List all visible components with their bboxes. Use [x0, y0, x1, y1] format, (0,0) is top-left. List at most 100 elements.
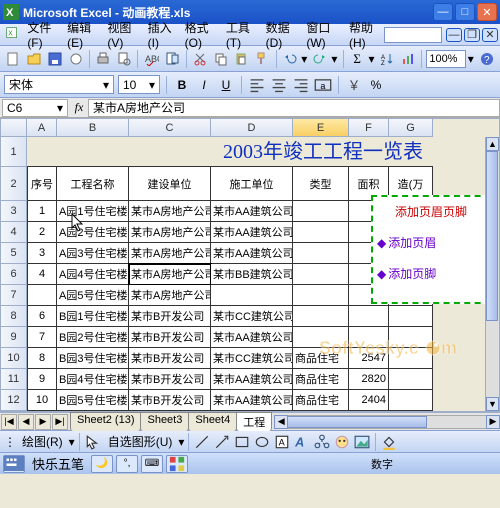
- cell[interactable]: A园4号住宅楼: [57, 264, 129, 285]
- cell[interactable]: 某市A房地产公司: [129, 264, 211, 285]
- tab-nav-first[interactable]: |◀: [1, 414, 17, 430]
- doc-restore-button[interactable]: ❐: [464, 28, 480, 42]
- cell[interactable]: B园2号住宅楼: [57, 327, 129, 348]
- ime-punct-icon[interactable]: °,: [116, 455, 138, 473]
- cell[interactable]: 商品住宅: [293, 390, 349, 411]
- formula-input[interactable]: 某市A房地产公司: [88, 99, 500, 117]
- font-name-combobox[interactable]: 宋体▾: [4, 75, 114, 94]
- cell[interactable]: 某市AA建筑公司: [211, 390, 293, 411]
- cell[interactable]: [349, 327, 389, 348]
- table-header[interactable]: 类型: [293, 167, 349, 201]
- draw-grip-icon[interactable]: ⋮: [4, 435, 16, 449]
- cell[interactable]: [293, 264, 349, 285]
- horizontal-scroll-thumb[interactable]: [287, 416, 427, 428]
- column-header-E[interactable]: E: [293, 119, 349, 137]
- row-header-11[interactable]: 11: [1, 369, 27, 390]
- cell[interactable]: A园1号住宅楼: [57, 201, 129, 222]
- textbox-icon[interactable]: A: [273, 433, 291, 451]
- autoshapes-menu[interactable]: 自选图形(U): [104, 433, 177, 450]
- sort-asc-icon[interactable]: AZ: [378, 49, 397, 69]
- menu-edit[interactable]: 编辑(E): [61, 17, 101, 52]
- clipart-icon[interactable]: [333, 433, 351, 451]
- cell[interactable]: 某市AA建筑公司: [211, 369, 293, 390]
- table-header[interactable]: 工程名称: [57, 167, 129, 201]
- tab-nav-next[interactable]: ▶: [35, 414, 51, 430]
- column-header-F[interactable]: F: [349, 119, 389, 137]
- wordart-icon[interactable]: A: [293, 433, 311, 451]
- ime-keyboard-icon[interactable]: [3, 455, 25, 473]
- currency-button[interactable]: ￥: [345, 76, 363, 94]
- row-header-7[interactable]: 7: [1, 285, 27, 306]
- cell[interactable]: 某市AA建筑公司: [211, 201, 293, 222]
- cell[interactable]: 某市AA建筑公司: [211, 243, 293, 264]
- cell[interactable]: [293, 285, 349, 306]
- new-icon[interactable]: [4, 49, 23, 69]
- cell[interactable]: [389, 306, 433, 327]
- cell[interactable]: A园3号住宅楼: [57, 243, 129, 264]
- column-header-C[interactable]: C: [129, 119, 211, 137]
- tab-nav-last[interactable]: ▶|: [52, 414, 68, 430]
- cell[interactable]: [293, 222, 349, 243]
- menu-help[interactable]: 帮助(H): [343, 17, 384, 52]
- ime-softkbd-icon[interactable]: ⌨: [141, 455, 163, 473]
- select-all-corner[interactable]: [1, 119, 27, 137]
- scroll-up-arrow[interactable]: ▲: [486, 137, 499, 151]
- cell[interactable]: 10: [27, 390, 57, 411]
- align-left-button[interactable]: [248, 76, 266, 94]
- cell[interactable]: [389, 327, 433, 348]
- scroll-right-arrow[interactable]: ▶: [486, 415, 500, 429]
- scroll-down-arrow[interactable]: ▼: [486, 397, 499, 411]
- cell[interactable]: 2547: [349, 348, 389, 369]
- chart-wizard-icon[interactable]: [399, 49, 418, 69]
- vertical-scroll-thumb[interactable]: [486, 151, 498, 321]
- close-button[interactable]: ✕: [477, 3, 497, 21]
- cell[interactable]: [389, 369, 433, 390]
- oval-icon[interactable]: [253, 433, 271, 451]
- ime-settings-icon[interactable]: [166, 455, 188, 473]
- minimize-button[interactable]: —: [433, 3, 453, 21]
- row-header-3[interactable]: 3: [1, 201, 27, 222]
- row-header-12[interactable]: 12: [1, 390, 27, 411]
- menu-insert[interactable]: 插入(I): [142, 17, 179, 52]
- column-header-B[interactable]: B: [57, 119, 129, 137]
- cell[interactable]: 某市B开发公司: [129, 369, 211, 390]
- ime-fullhalf-icon[interactable]: 🌙: [91, 455, 113, 473]
- cell[interactable]: 2820: [349, 369, 389, 390]
- research-icon[interactable]: [163, 49, 182, 69]
- menu-data[interactable]: 数据(D): [260, 17, 301, 52]
- zoom-combobox[interactable]: 100%: [426, 50, 465, 68]
- draw-menu[interactable]: 绘图(R): [18, 433, 67, 450]
- cell[interactable]: [27, 285, 57, 306]
- menu-file[interactable]: 文件(F): [21, 17, 61, 52]
- align-right-button[interactable]: [292, 76, 310, 94]
- cell[interactable]: [293, 201, 349, 222]
- vertical-scrollbar[interactable]: ▲ ▼: [485, 137, 499, 411]
- cell[interactable]: [389, 348, 433, 369]
- rectangle-icon[interactable]: [233, 433, 251, 451]
- row-header-4[interactable]: 4: [1, 222, 27, 243]
- align-center-button[interactable]: [270, 76, 288, 94]
- popup-add-header[interactable]: 添加页眉: [377, 234, 485, 251]
- cell[interactable]: 某市A房地产公司: [129, 285, 211, 306]
- doc-close-button[interactable]: ✕: [482, 28, 498, 42]
- ask-a-question-box[interactable]: [384, 27, 442, 43]
- cell[interactable]: A园2号住宅楼: [57, 222, 129, 243]
- menu-view[interactable]: 视图(V): [101, 17, 141, 52]
- cell[interactable]: [349, 306, 389, 327]
- sheet-tab[interactable]: 工程: [236, 412, 272, 431]
- arrow-icon[interactable]: [213, 433, 231, 451]
- cell[interactable]: 4: [27, 264, 57, 285]
- help-icon[interactable]: ?: [477, 49, 496, 69]
- fill-color-icon[interactable]: [380, 433, 398, 451]
- format-painter-icon[interactable]: [253, 49, 272, 69]
- underline-button[interactable]: U: [217, 76, 235, 94]
- undo-dropdown[interactable]: ▾: [301, 52, 308, 66]
- cell[interactable]: 某市B开发公司: [129, 327, 211, 348]
- paste-icon[interactable]: [232, 49, 251, 69]
- cut-icon[interactable]: [191, 49, 210, 69]
- popup-add-footer[interactable]: 添加页脚: [377, 265, 485, 282]
- row-header-5[interactable]: 5: [1, 243, 27, 264]
- doc-minimize-button[interactable]: —: [446, 28, 462, 42]
- sheet-tab[interactable]: Sheet4: [188, 412, 237, 431]
- cell[interactable]: B园3号住宅楼: [57, 348, 129, 369]
